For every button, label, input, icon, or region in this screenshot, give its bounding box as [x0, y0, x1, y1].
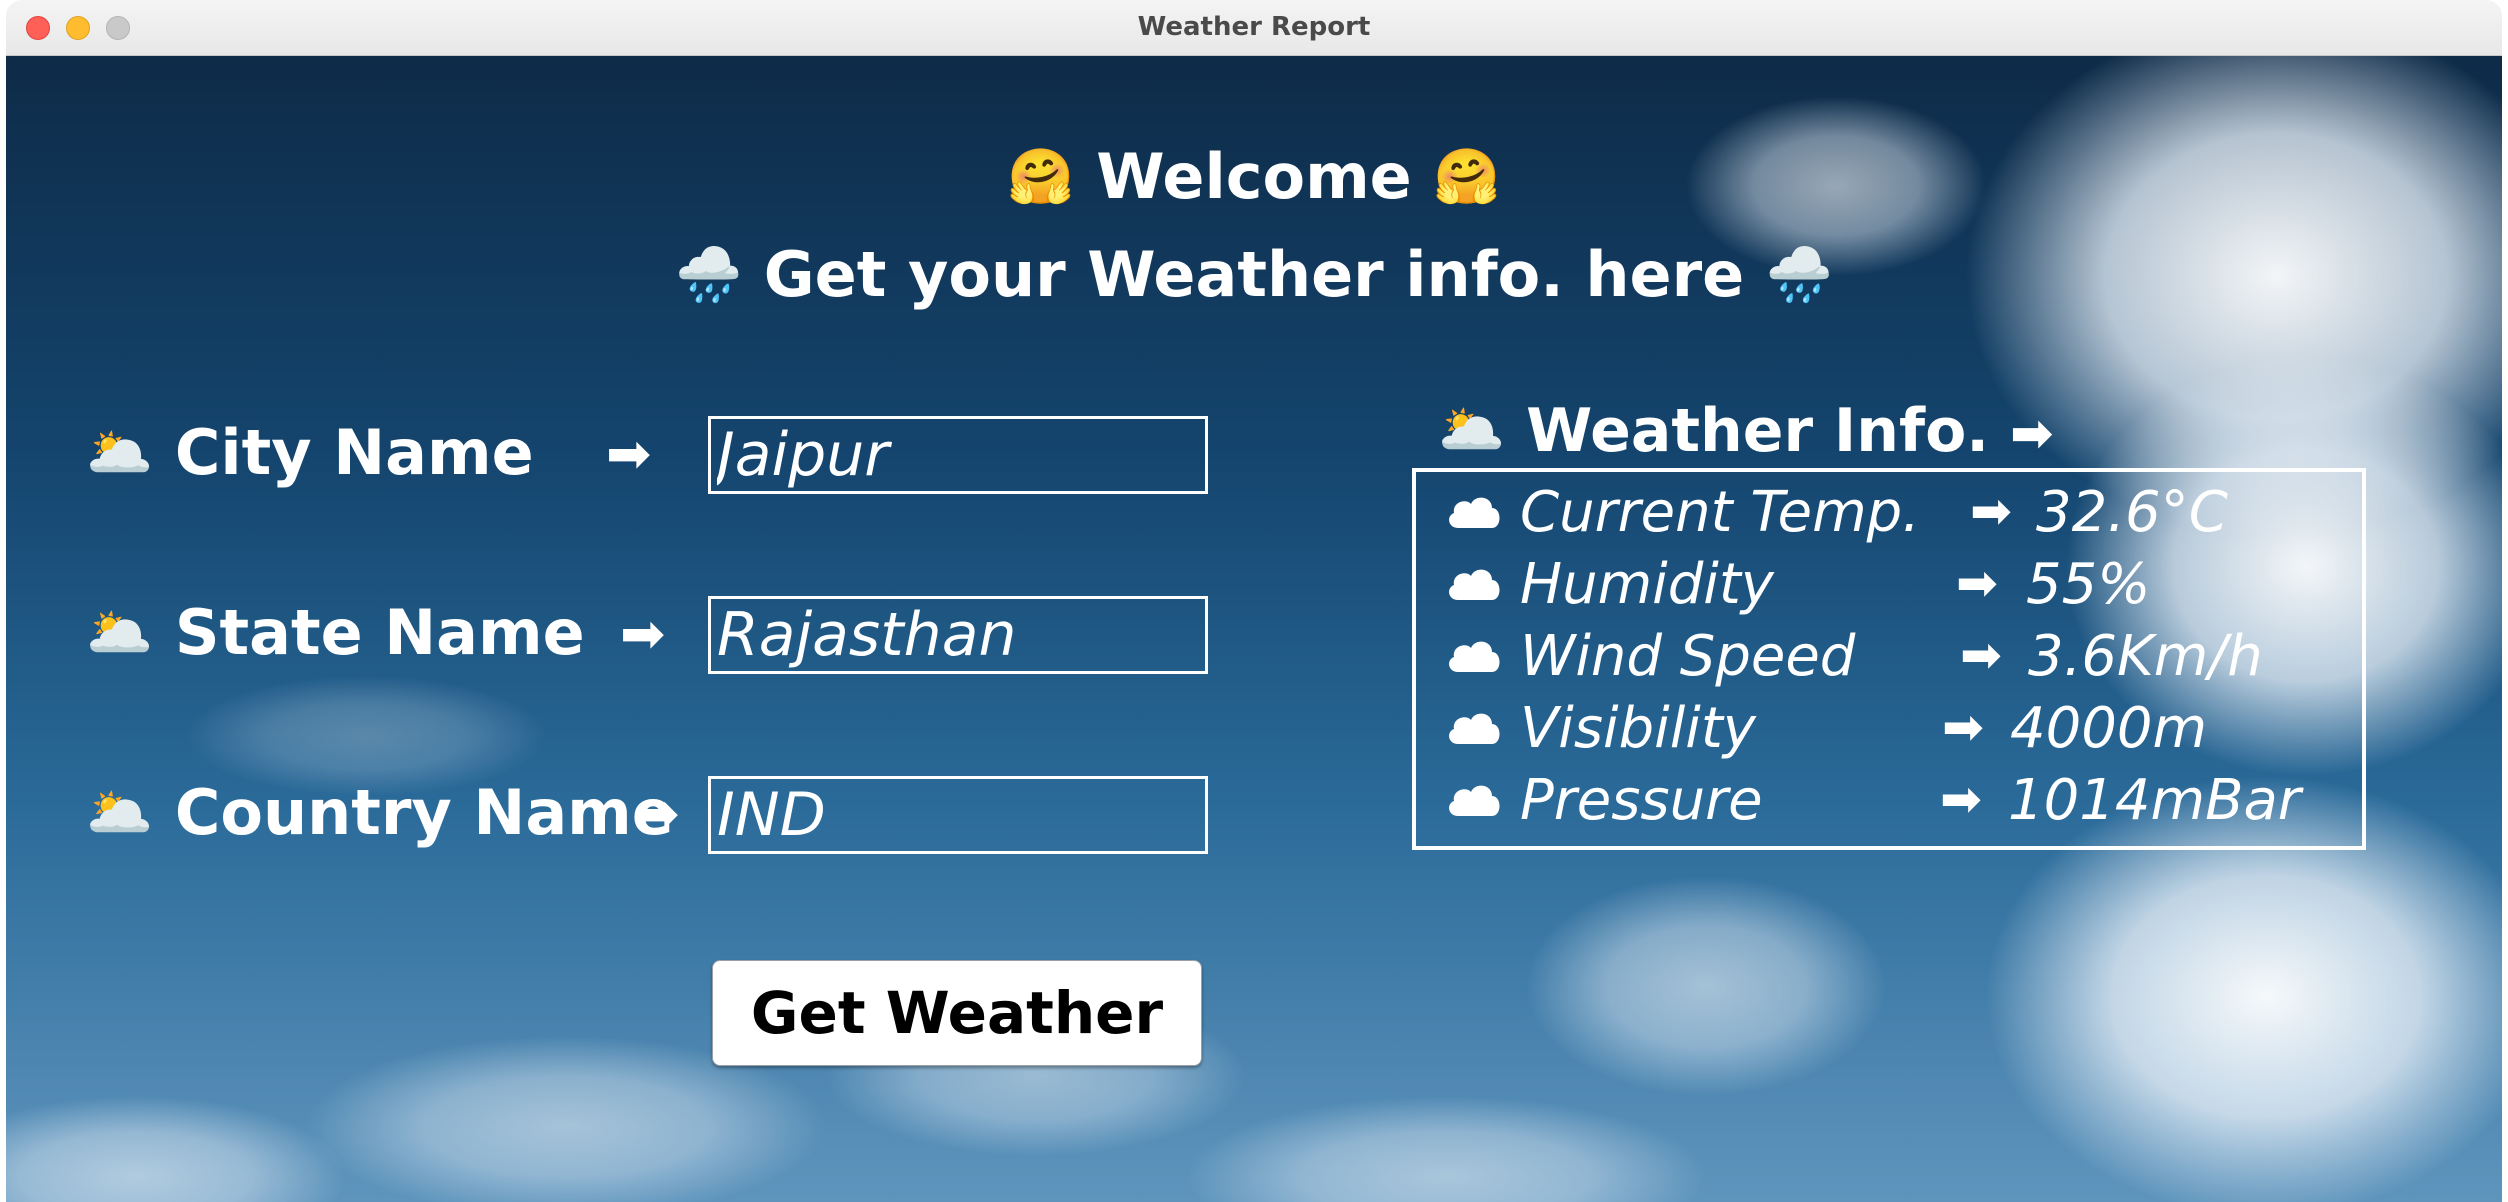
temperature-label: Current Temp. [1520, 480, 1920, 545]
app-window: Weather Report 🤗 Welcome 🤗 🌧️ Get your W… [6, 0, 2502, 1202]
arrow-icon: ➡ [2009, 404, 2054, 464]
arrow-icon: ➡ [620, 602, 666, 665]
rain-cloud-icon: 🌧️ [1765, 242, 1834, 306]
weather-row-wind-speed: Wind Speed ➡ 3.6Km/h [1416, 622, 2366, 694]
weather-info-panel: Current Temp. ➡ 32.6°C Humidity ➡ 55% Wi… [1412, 468, 2366, 850]
get-weather-button[interactable]: Get Weather [712, 960, 1202, 1066]
cloud-icon [1449, 785, 1500, 816]
cloud-icon [1449, 497, 1500, 528]
country-input[interactable] [708, 776, 1208, 854]
wind-speed-label: Wind Speed [1520, 624, 1856, 689]
arrow-icon: ➡ [634, 782, 680, 845]
weather-row-visibility: Visibility ➡ 4000m [1416, 694, 2366, 766]
weather-row-temperature: Current Temp. ➡ 32.6°C [1416, 478, 2366, 550]
subtitle-heading: 🌧️ Get your Weather info. here 🌧️ [6, 238, 2502, 311]
city-label: 🌥️ City Name [86, 416, 534, 489]
arrow-icon: ➡ [1940, 770, 1982, 828]
visibility-value: 4000m [2010, 696, 2208, 761]
state-label: 🌥️ State Name [86, 596, 585, 669]
sun-behind-cloud-icon: 🌥️ [1438, 398, 1506, 462]
window-title: Weather Report [1137, 12, 1371, 42]
main-panel: 🤗 Welcome 🤗 🌧️ Get your Weather info. he… [6, 56, 2502, 1202]
city-input[interactable] [708, 416, 1208, 494]
pressure-value: 1014mBar [2008, 768, 2301, 833]
arrow-icon: ➡ [1960, 626, 2002, 684]
temperature-value: 32.6°C [2036, 480, 2228, 545]
sun-behind-cloud-icon: 🌥️ [86, 420, 154, 484]
humidity-label: Humidity [1520, 552, 1774, 617]
arrow-icon: ➡ [1970, 482, 2012, 540]
cloud-icon [1449, 713, 1500, 744]
sun-behind-cloud-icon: 🌥️ [86, 780, 154, 844]
cloud-icon [1449, 569, 1500, 600]
weather-info-title: 🌥️ Weather Info. ➡ [1438, 396, 2054, 466]
welcome-text: Welcome [1096, 140, 1412, 213]
arrow-icon: ➡ [1942, 698, 1984, 756]
weather-row-pressure: Pressure ➡ 1014mBar [1416, 766, 2366, 838]
humidity-value: 55% [2026, 552, 2151, 617]
wind-speed-value: 3.6Km/h [2028, 624, 2263, 689]
state-input[interactable] [708, 596, 1208, 674]
weather-row-humidity: Humidity ➡ 55% [1416, 550, 2366, 622]
welcome-heading: 🤗 Welcome 🤗 [6, 140, 2502, 213]
cloud-icon [1449, 641, 1500, 672]
arrow-icon: ➡ [606, 422, 652, 485]
pressure-label: Pressure [1520, 768, 1763, 833]
subtitle-text: Get your Weather info. here [763, 238, 1745, 311]
title-bar[interactable]: Weather Report [6, 0, 2502, 56]
arrow-icon: ➡ [1956, 554, 1998, 612]
sun-behind-cloud-icon: 🌥️ [86, 600, 154, 664]
hugging-face-icon: 🤗 [1433, 144, 1501, 208]
visibility-label: Visibility [1520, 696, 1756, 761]
hugging-face-icon: 🤗 [1007, 144, 1075, 208]
rain-cloud-icon: 🌧️ [674, 242, 743, 306]
country-label: 🌥️ Country Name [86, 776, 674, 849]
